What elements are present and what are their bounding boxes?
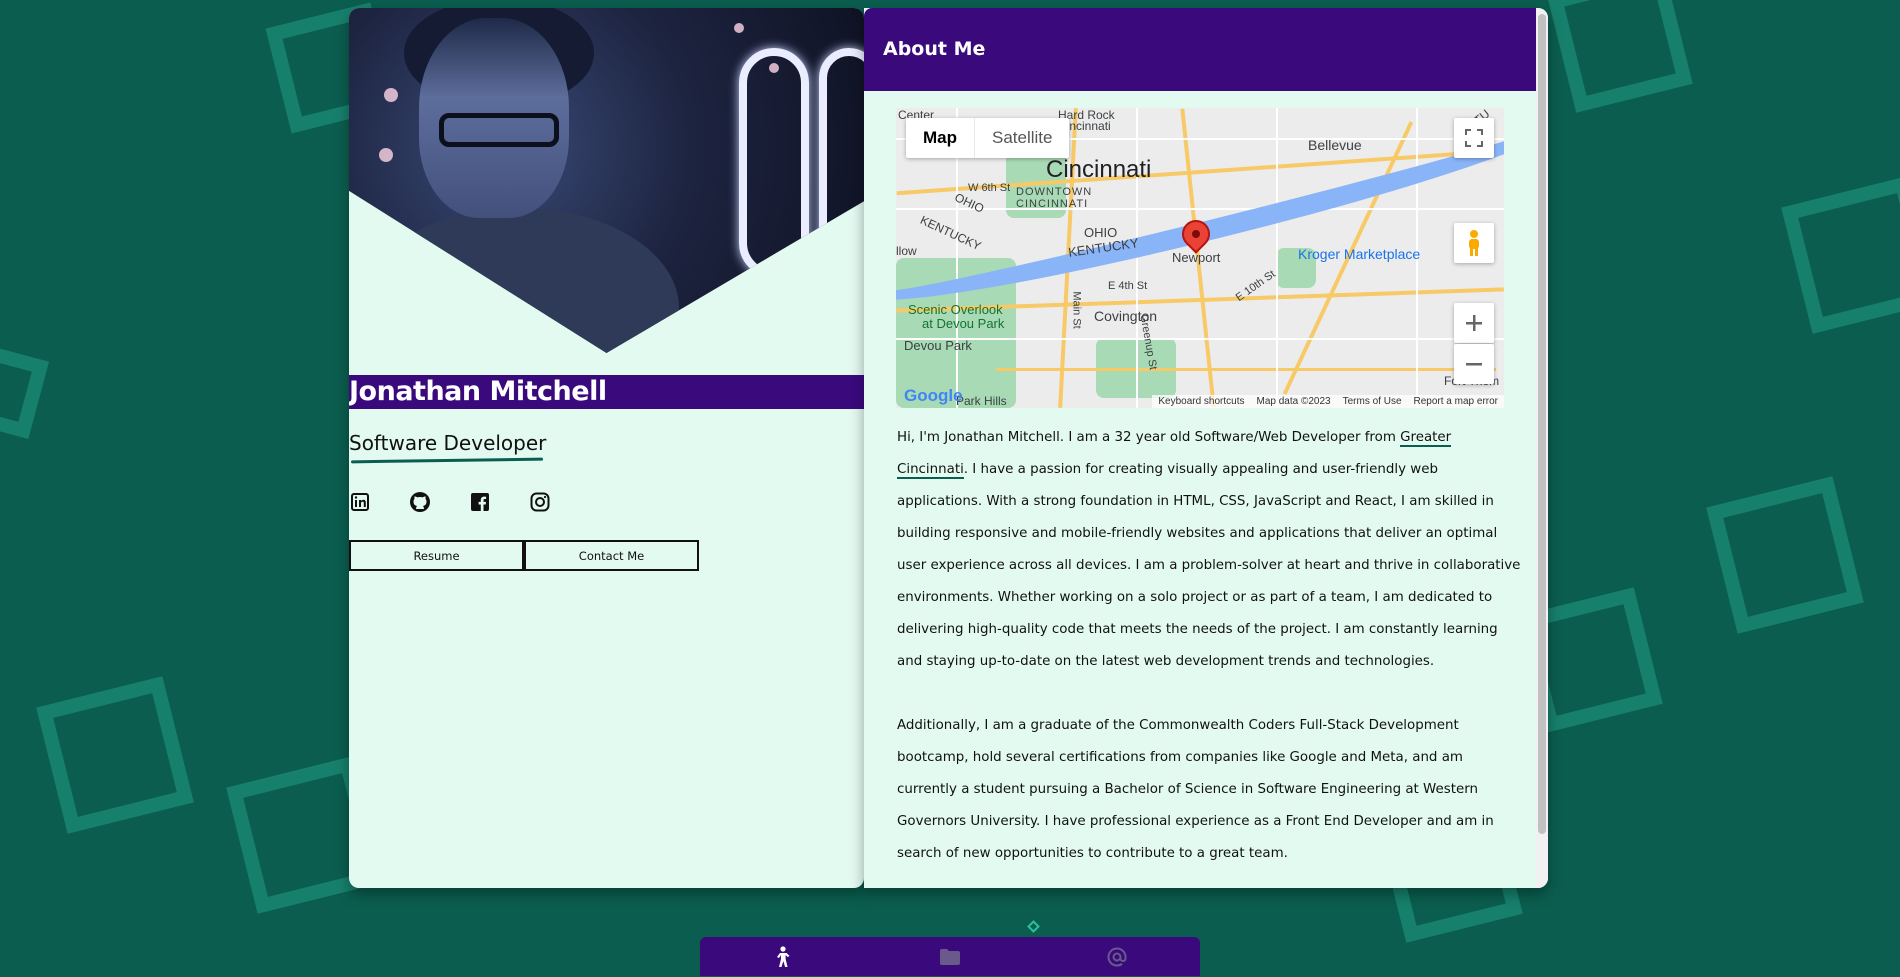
bg-square [1547,0,1693,113]
scroll-thumb[interactable] [1538,14,1546,834]
linkedin-icon[interactable] [349,491,371,513]
facebook-icon[interactable] [469,491,491,513]
title-underline [350,457,544,464]
instagram-icon[interactable] [529,491,551,513]
bg-square [1781,176,1900,334]
google-logo[interactable]: Google [904,386,963,406]
map-type-toggle: Map Satellite [906,118,1070,158]
profile-photo [349,8,864,353]
map-label-scenic-2: at Devou Park [922,316,1005,331]
diamond-icon [1027,920,1040,933]
github-icon[interactable] [409,491,431,513]
map-label-llow: llow [896,244,917,258]
resume-button[interactable]: Resume [349,540,524,571]
map-label-park-hills: Park Hills [956,394,1007,408]
map-type-map[interactable]: Map [906,118,974,158]
profile-title: Software Developer [349,431,547,455]
zoom-in-icon[interactable] [1454,303,1494,343]
keyboard-shortcuts-link[interactable]: Keyboard shortcuts [1158,396,1244,407]
profile-buttons: Resume Contact Me [349,540,699,571]
map-label-devou: Devou Park [904,338,972,353]
report-map-error-link[interactable]: Report a map error [1414,396,1498,407]
about-paragraph-1: Hi, I'm Jonathan Mitchell. I am a 32 yea… [897,430,1521,669]
at-icon[interactable] [1097,942,1137,972]
bg-square [0,341,49,439]
profile-name: Jonathan Mitchell [349,376,607,407]
map-data-text: Map data ©2023 [1256,396,1331,407]
map-label-cincinnati: Cincinnati [1046,156,1152,183]
map-label-kroger: Kroger Marketplace [1298,246,1421,262]
social-links [349,491,551,513]
folder-icon[interactable] [930,942,970,972]
about-header: About Me [864,8,1536,91]
street-view-pegman-icon[interactable] [1454,223,1494,263]
about-title: About Me [883,38,986,60]
person-icon[interactable] [763,942,803,972]
map-label-downtown: DOWNTOWN [1016,186,1093,198]
map-label-e4th: E 4th St [1108,280,1148,292]
about-paragraph-2: Additionally, I am a graduate of the Com… [897,718,1494,861]
zoom-out-icon[interactable] [1454,344,1494,384]
map-type-satellite[interactable]: Satellite [974,118,1069,158]
profile-card: Jonathan Mitchell Software Developer Res… [349,8,864,888]
scrollbar[interactable] [1536,8,1548,888]
bottom-nav [700,937,1200,976]
contact-me-button[interactable]: Contact Me [524,540,699,571]
map-label-bellevue: Bellevue [1308,137,1362,153]
about-card: About Me Center Hard Rock Cincinnati Cin… [864,8,1548,888]
map-label-scenic: Scenic Overlook [908,302,1003,317]
terms-of-use-link[interactable]: Terms of Use [1343,396,1402,407]
map-footer: Keyboard shortcuts Map data ©2023 Terms … [1152,395,1504,408]
google-map[interactable]: Center Hard Rock Cincinnati Cincinnati D… [896,108,1504,408]
map-label-w6th: W 6th St [968,182,1011,194]
bg-square [36,676,194,834]
fullscreen-icon[interactable] [1454,118,1494,158]
map-label-kentucky-1: KENTUCKY [918,212,984,254]
map-label-downtown-2: CINCINNATI [1016,198,1089,210]
bg-square [1706,476,1864,634]
map-label-main: Main St [1070,291,1083,329]
